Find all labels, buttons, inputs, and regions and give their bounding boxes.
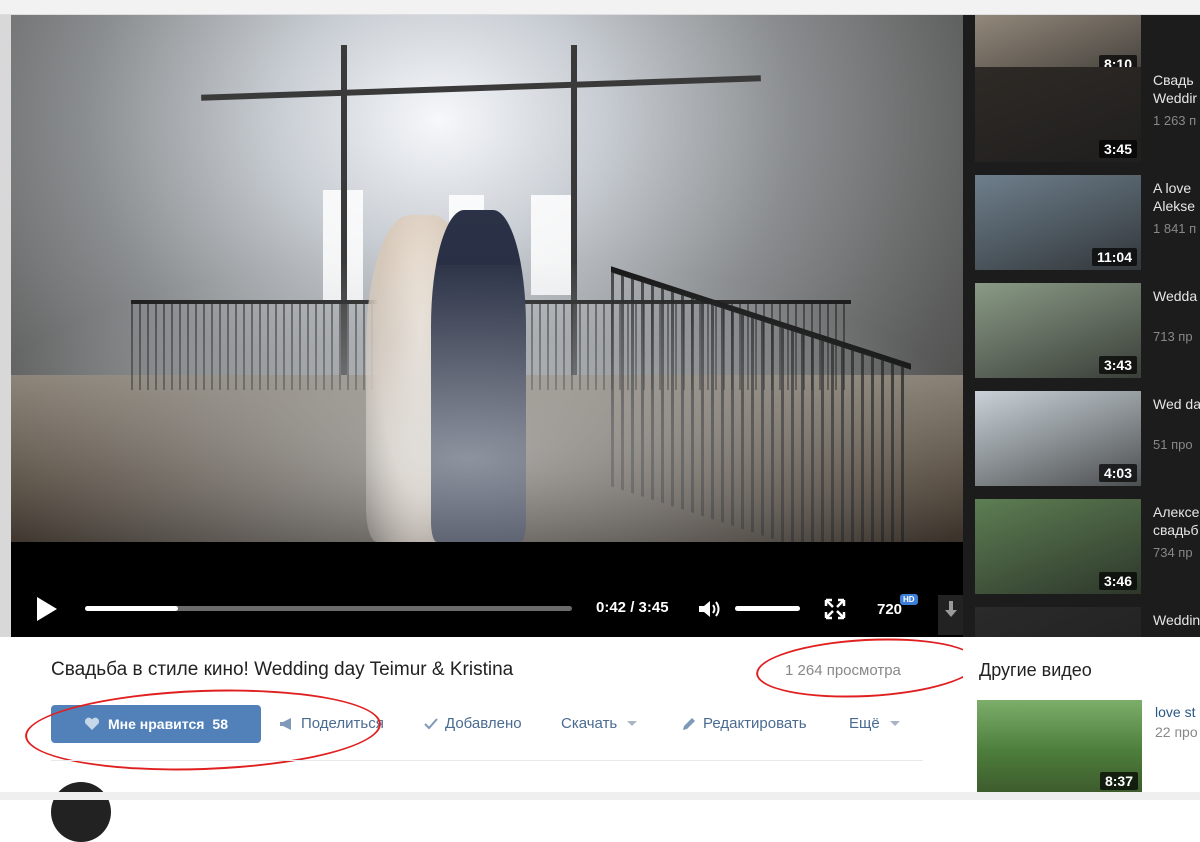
related-video-title[interactable]: Wed da bbox=[1153, 395, 1200, 413]
pencil-icon bbox=[683, 717, 695, 730]
related-video-thumbnail[interactable]: 3:46 bbox=[975, 499, 1141, 594]
video-info-panel: Свадьба в стиле кино! Wedding day Teimur… bbox=[11, 633, 980, 842]
section-divider bbox=[51, 760, 923, 761]
more-label: Ещё bbox=[849, 715, 880, 732]
related-video-title[interactable]: Свадь Weddir bbox=[1153, 71, 1200, 107]
related-video-title[interactable]: A love Alekse bbox=[1153, 179, 1200, 215]
browser-top-strip bbox=[0, 0, 1200, 15]
related-video-title[interactable]: Wedda bbox=[1153, 287, 1200, 305]
checkmark-icon bbox=[424, 717, 438, 729]
seek-bar[interactable] bbox=[85, 606, 572, 611]
other-video-views: 22 про bbox=[1155, 724, 1198, 740]
fog-overlay bbox=[11, 265, 963, 542]
chevron-down-icon bbox=[627, 721, 638, 726]
related-video-views: 51 про bbox=[1153, 437, 1193, 452]
player-controls: 0:42 / 3:45 720 HD bbox=[11, 575, 963, 637]
related-video-title[interactable]: Weddin bbox=[1153, 611, 1200, 629]
seek-progress bbox=[85, 606, 178, 611]
video-frame[interactable] bbox=[11, 15, 963, 542]
avatar[interactable] bbox=[51, 782, 111, 842]
related-video-title[interactable]: Алексе свадьб bbox=[1153, 503, 1200, 539]
volume-level bbox=[735, 606, 800, 611]
video-player[interactable]: 0:42 / 3:45 720 HD bbox=[11, 15, 963, 637]
related-video-thumbnail[interactable]: 11:04 bbox=[975, 175, 1141, 270]
time-separator: / bbox=[626, 599, 639, 616]
page-left-gutter bbox=[0, 15, 11, 637]
ceiling-beam bbox=[201, 75, 761, 101]
download-arrow-icon bbox=[945, 601, 957, 617]
other-videos-heading: Другие видео bbox=[979, 660, 1092, 680]
related-video-views: 1 263 п bbox=[1153, 113, 1197, 128]
bottom-strip bbox=[0, 792, 1200, 800]
related-video-item[interactable]: 3:45 Свадь Weddir 1 263 п bbox=[975, 67, 1200, 162]
related-video-views: 734 пр bbox=[1153, 545, 1193, 560]
related-video-item[interactable]: 4:03 Wed da 51 про bbox=[975, 391, 1200, 486]
related-video-item[interactable]: 3:46 Алексе свадьб 734 пр bbox=[975, 499, 1200, 594]
related-video-thumbnail[interactable]: 3:43 bbox=[975, 283, 1141, 378]
volume-icon[interactable] bbox=[697, 598, 723, 620]
other-video-title[interactable]: love st bbox=[1155, 704, 1200, 720]
related-video-views: 713 пр bbox=[1153, 329, 1193, 344]
related-video-thumbnail[interactable]: 4:03 bbox=[975, 391, 1141, 486]
other-video-thumbnail[interactable]: 8:37 bbox=[977, 700, 1142, 794]
related-video-duration: 3:43 bbox=[1098, 356, 1137, 374]
hd-badge: HD bbox=[900, 594, 918, 605]
related-video-duration: 11:04 bbox=[1091, 248, 1137, 266]
quality-button[interactable]: 720 bbox=[877, 601, 902, 618]
related-video-item[interactable]: 11:04 A love Alekse 1 841 п bbox=[975, 175, 1200, 270]
download-tab[interactable] bbox=[938, 595, 963, 635]
download-label: Скачать bbox=[561, 715, 618, 732]
related-video-thumbnail[interactable] bbox=[975, 607, 1141, 637]
volume-slider[interactable] bbox=[735, 606, 800, 611]
video-title: Свадьба в стиле кино! Wedding day Teimur… bbox=[51, 659, 514, 680]
current-time: 0:42 bbox=[596, 599, 627, 616]
related-video-views: 1 841 п bbox=[1153, 221, 1197, 236]
duration: 3:45 bbox=[638, 599, 669, 616]
related-videos-sidebar: 8:10 3:45 Свадь Weddir 1 263 п 11:04 A love A… bbox=[963, 15, 1200, 637]
download-button[interactable]: Скачать bbox=[561, 715, 638, 732]
annotation-circle-views bbox=[754, 633, 980, 703]
related-video-item[interactable]: Weddin481 пр bbox=[975, 607, 1200, 637]
related-video-duration: 3:45 bbox=[1098, 140, 1137, 158]
edit-label: Редактировать bbox=[703, 715, 807, 732]
related-video-duration: 4:03 bbox=[1098, 464, 1137, 482]
added-label: Добавлено bbox=[445, 715, 522, 732]
other-video-duration: 8:37 bbox=[1099, 772, 1138, 790]
chevron-down-icon bbox=[889, 721, 900, 726]
annotation-circle-like bbox=[23, 683, 383, 777]
related-video-duration: 3:46 bbox=[1098, 572, 1137, 590]
related-video-thumbnail[interactable]: 3:45 bbox=[975, 67, 1141, 162]
related-video-item[interactable]: 3:43 Wedda 713 пр bbox=[975, 283, 1200, 378]
edit-button[interactable]: Редактировать bbox=[681, 715, 807, 732]
more-button[interactable]: Ещё bbox=[849, 715, 900, 732]
play-icon[interactable] bbox=[37, 597, 57, 621]
other-video-item[interactable]: 8:37 love st 22 про bbox=[977, 700, 1200, 794]
fullscreen-icon[interactable] bbox=[823, 597, 847, 621]
added-button[interactable]: Добавлено bbox=[423, 715, 522, 732]
time-display: 0:42 / 3:45 bbox=[596, 599, 669, 616]
